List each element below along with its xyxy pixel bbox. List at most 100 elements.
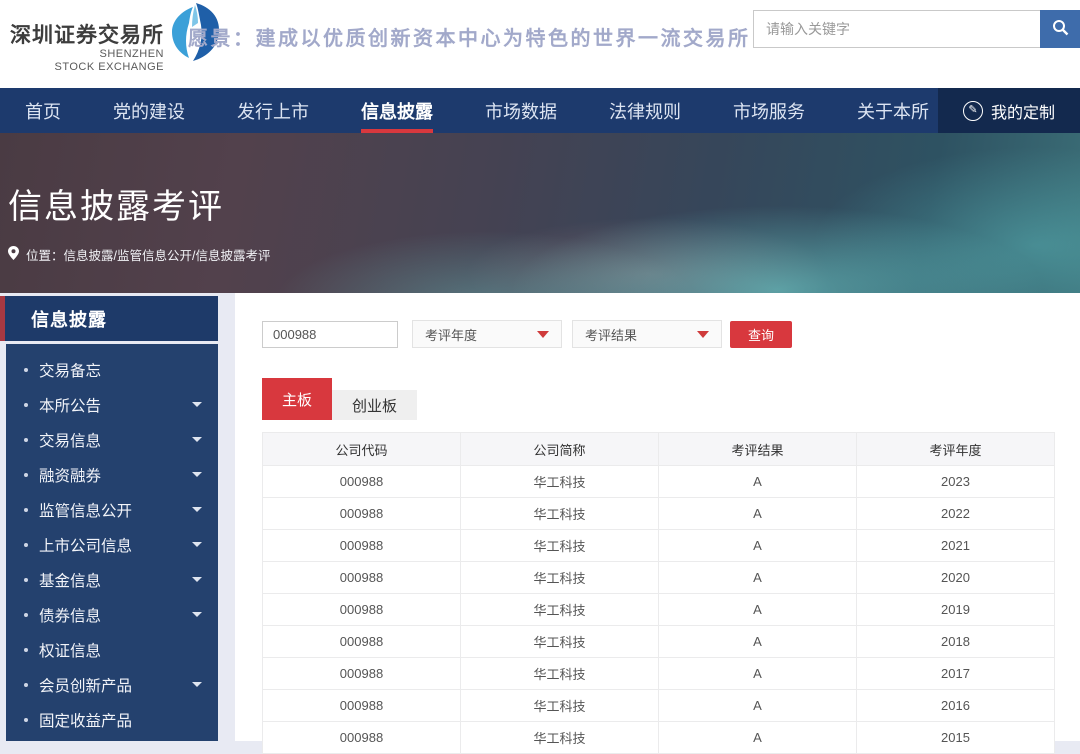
sidebar-item-2[interactable]: 本所公告 [6, 387, 218, 422]
chevron-down-icon [537, 331, 549, 338]
table-cell: 000988 [263, 658, 461, 690]
sidebar-item-1[interactable]: 交易备忘 [6, 352, 218, 387]
sidebar-item-label: 债券信息 [39, 604, 101, 626]
nav-item-3[interactable]: 发行上市 [237, 88, 309, 133]
table-row: 000988华工科技A2023 [263, 466, 1055, 498]
table-cell: 000988 [263, 530, 461, 562]
bullet-icon [24, 648, 28, 652]
sidebar-item-4[interactable]: 融资融券 [6, 457, 218, 492]
page-title: 信息披露考评 [8, 179, 224, 228]
table-cell: 2021 [857, 530, 1055, 562]
sidebar-item-label: 固定收益产品 [39, 709, 132, 731]
search-button[interactable] [1040, 10, 1080, 48]
table-cell: 华工科技 [461, 498, 659, 530]
sidebar-item-9[interactable]: 权证信息 [6, 632, 218, 667]
chevron-down-icon [697, 331, 709, 338]
pencil-circle-icon: ✎ [963, 101, 983, 121]
sidebar-item-label: 会员创新产品 [39, 674, 132, 696]
nav-item-1[interactable]: 首页 [25, 88, 61, 133]
table-cell: 000988 [263, 562, 461, 594]
table-cell: A [659, 466, 857, 498]
table-row: 000988华工科技A2015 [263, 722, 1055, 754]
table-cell: 2016 [857, 690, 1055, 722]
sidebar-item-label: 上市公司信息 [39, 534, 132, 556]
nav-item-7[interactable]: 市场服务 [733, 88, 805, 133]
table-cell: 2022 [857, 498, 1055, 530]
sidebar-item-8[interactable]: 债券信息 [6, 597, 218, 632]
table-cell: A [659, 530, 857, 562]
header-cell: 公司简称 [461, 433, 659, 466]
main-nav: 首页 党的建设 发行上市 信息披露 市场数据 法律规则 市场服务 关于本所 ✎ 我的定制 [0, 88, 1080, 133]
table-cell: 华工科技 [461, 658, 659, 690]
eval-year-dropdown[interactable]: 考评年度 [412, 320, 562, 348]
table-cell: A [659, 722, 857, 754]
sidebar-item-3[interactable]: 交易信息 [6, 422, 218, 457]
tab-2[interactable]: 创业板 [332, 390, 417, 420]
table-cell: 000988 [263, 466, 461, 498]
sidebar-item-6[interactable]: 上市公司信息 [6, 527, 218, 562]
table-cell: A [659, 562, 857, 594]
table-header-row: 公司代码公司简称考评结果考评年度 [263, 433, 1055, 466]
table-cell: 2019 [857, 594, 1055, 626]
vision-slogan: 愿景：建成以优质创新资本中心为特色的世界一流交易所 [188, 22, 751, 51]
table-cell: 000988 [263, 722, 461, 754]
table-row: 000988华工科技A2022 [263, 498, 1055, 530]
sidebar-item-label: 交易信息 [39, 429, 101, 451]
sidebar: 信息披露 交易备忘本所公告交易信息融资融券监管信息公开上市公司信息基金信息债券信… [0, 296, 218, 741]
table-row: 000988华工科技A2021 [263, 530, 1055, 562]
nav-item-2[interactable]: 党的建设 [113, 88, 185, 133]
tab-1[interactable]: 主板 [262, 378, 332, 420]
bullet-icon [24, 578, 28, 582]
table-row: 000988华工科技A2018 [263, 626, 1055, 658]
sidebar-item-7[interactable]: 基金信息 [6, 562, 218, 597]
sidebar-item-5[interactable]: 监管信息公开 [6, 492, 218, 527]
table-cell: 华工科技 [461, 626, 659, 658]
header-cell: 公司代码 [263, 433, 461, 466]
breadcrumb: 位置：信息披露/监管信息公开/信息披露考评 [8, 245, 270, 264]
table-cell: A [659, 498, 857, 530]
search-input[interactable] [753, 10, 1040, 48]
logo-en-line1: SHENZHEN [10, 48, 164, 61]
table-cell: 2023 [857, 466, 1055, 498]
table-cell: 华工科技 [461, 594, 659, 626]
bullet-icon [24, 718, 28, 722]
table-cell: 000988 [263, 690, 461, 722]
chevron-down-icon [192, 682, 202, 687]
sidebar-item-10[interactable]: 会员创新产品 [6, 667, 218, 702]
nav-item-4[interactable]: 信息披露 [361, 88, 433, 133]
bullet-icon [24, 613, 28, 617]
nav-item-8[interactable]: 关于本所 [857, 88, 929, 133]
bullet-icon [24, 368, 28, 372]
table-cell: 2015 [857, 722, 1055, 754]
sidebar-item-label: 监管信息公开 [39, 499, 132, 521]
nav-item-6[interactable]: 法律规则 [609, 88, 681, 133]
my-customization-button[interactable]: ✎ 我的定制 [938, 88, 1080, 133]
table-cell: A [659, 594, 857, 626]
site-search [753, 10, 1080, 48]
table-cell: A [659, 626, 857, 658]
company-code-input[interactable] [262, 321, 398, 348]
board-tabs: 主板创业板 [262, 378, 417, 420]
bullet-icon [24, 438, 28, 442]
nav-item-5[interactable]: 市场数据 [485, 88, 557, 133]
bullet-icon [24, 473, 28, 477]
evaluation-table: 公司代码公司简称考评结果考评年度 000988华工科技A2023000988华工… [262, 432, 1055, 754]
top-header: 深圳证券交易所 SHENZHEN STOCK EXCHANGE 愿景：建成以优质… [0, 0, 1080, 88]
table-row: 000988华工科技A2016 [263, 690, 1055, 722]
table-row: 000988华工科技A2020 [263, 562, 1055, 594]
sidebar-item-label: 融资融券 [39, 464, 101, 486]
my-customization-label: 我的定制 [991, 99, 1055, 123]
chevron-down-icon [192, 507, 202, 512]
chevron-down-icon [192, 402, 202, 407]
filter-bar: 考评年度 考评结果 查询 [262, 320, 792, 348]
table-row: 000988华工科技A2017 [263, 658, 1055, 690]
table-cell: 000988 [263, 626, 461, 658]
sidebar-menu: 交易备忘本所公告交易信息融资融券监管信息公开上市公司信息基金信息债券信息权证信息… [6, 344, 218, 741]
query-button[interactable]: 查询 [730, 321, 792, 348]
sidebar-item-11[interactable]: 固定收益产品 [6, 702, 218, 737]
table-cell: A [659, 690, 857, 722]
table-cell: 000988 [263, 498, 461, 530]
main-content-panel: 考评年度 考评结果 查询 主板创业板 公司代码公司简称考评结果考评年度 0009… [235, 293, 1080, 741]
eval-result-dropdown[interactable]: 考评结果 [572, 320, 722, 348]
table-cell: 2020 [857, 562, 1055, 594]
